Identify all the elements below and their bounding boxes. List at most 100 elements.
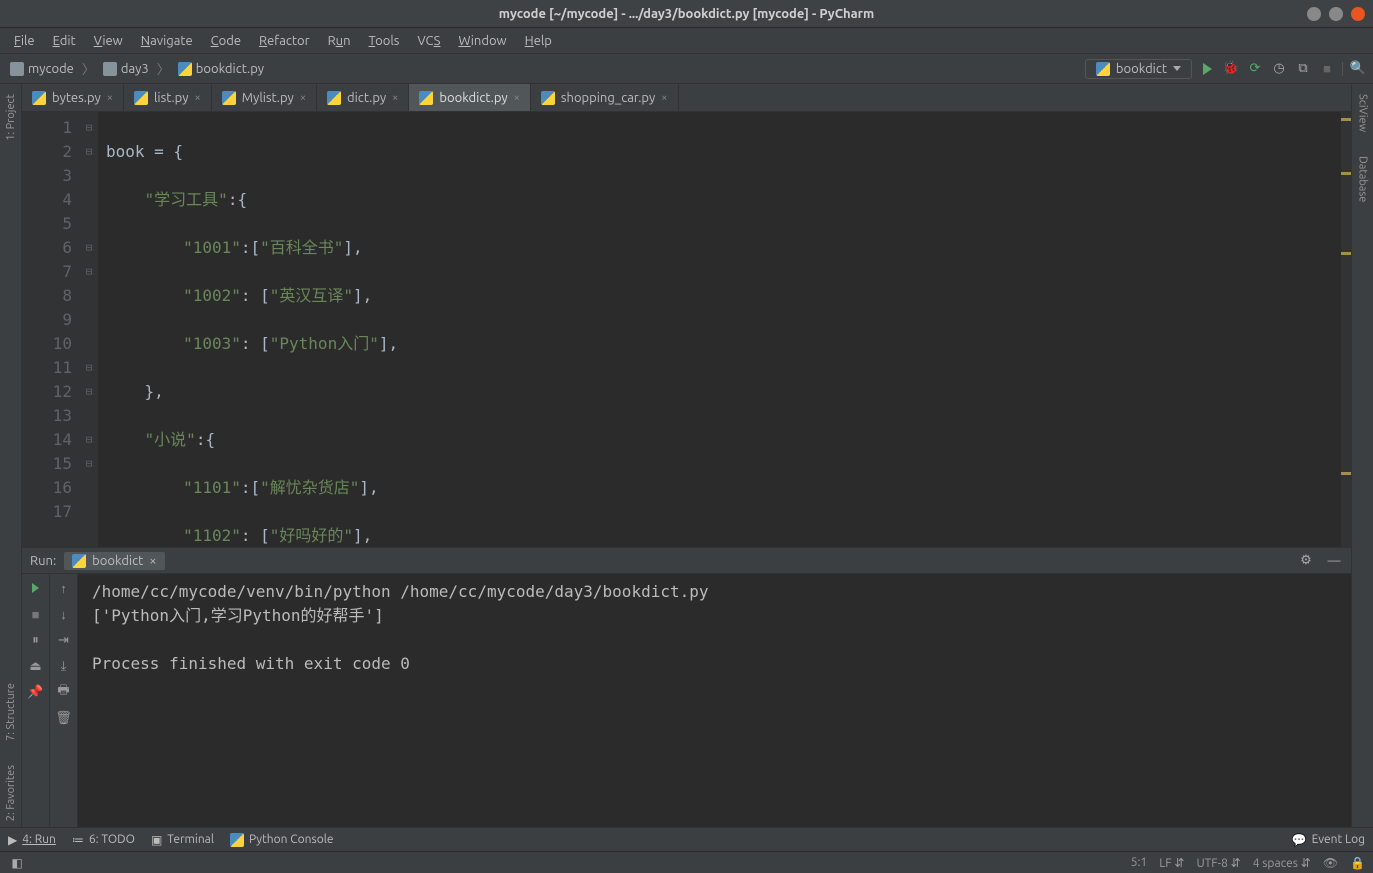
stop-button[interactable]: ■ <box>1318 60 1336 78</box>
python-icon <box>230 833 244 847</box>
lock-icon[interactable]: 🔒 <box>1350 856 1365 870</box>
scroll-end-button[interactable]: ⤓ <box>56 658 72 674</box>
tab-label: shopping_car.py <box>561 91 655 105</box>
tab-bytes[interactable]: bytes.py× <box>22 84 124 111</box>
run-button[interactable] <box>1198 60 1216 78</box>
tool-database[interactable]: Database <box>1355 150 1371 208</box>
crumb-file[interactable]: bookdict.py <box>174 60 268 78</box>
menu-window[interactable]: Window <box>450 32 514 50</box>
attach-button[interactable]: ⧉ <box>1294 60 1312 78</box>
menu-file[interactable]: File <box>6 32 43 50</box>
run-tab[interactable]: bookdict × <box>64 552 164 570</box>
folder-icon <box>103 62 117 76</box>
close-icon[interactable]: × <box>149 554 156 568</box>
line-numbers: 1234567891011121314151617 <box>22 112 80 547</box>
encoding[interactable]: UTF-8 ⇵ <box>1196 856 1240 870</box>
toolbar: bookdict 🐞 ⟳ ◷ ⧉ ■ 🔍 <box>1085 59 1367 79</box>
menu-tools[interactable]: Tools <box>361 32 408 50</box>
code-content[interactable]: book = { "学习工具":{ "1001":["百科全书"], "1002… <box>98 112 1351 547</box>
run-title: Run: <box>30 554 56 568</box>
tool-project[interactable]: 1: Project <box>3 88 19 147</box>
minimize-icon[interactable] <box>1307 7 1321 21</box>
menu-help[interactable]: Help <box>517 32 560 50</box>
tool-favorites[interactable]: 2: Favorites <box>3 759 19 827</box>
settings-icon[interactable]: ⚙ <box>1297 552 1315 570</box>
trash-button[interactable]: 🗑 <box>56 710 72 726</box>
crumb-file-label: bookdict.py <box>196 62 264 76</box>
python-icon <box>541 91 555 105</box>
tool-structure[interactable]: 7: Structure <box>3 677 19 747</box>
crumb-folder[interactable]: day3 <box>99 60 153 78</box>
rerun-button[interactable] <box>28 580 44 596</box>
tab-list[interactable]: list.py× <box>124 84 212 111</box>
menubar: File Edit View Navigate Code Refactor Ru… <box>0 28 1373 54</box>
menu-code[interactable]: Code <box>203 32 249 50</box>
tab-mylist[interactable]: Mylist.py × <box>212 84 317 111</box>
tab-dict[interactable]: dict.py× <box>317 84 409 111</box>
statusbar: ◧ 5:1 LF ⇵ UTF-8 ⇵ 4 spaces ⇵ 👁 🔒 <box>0 851 1373 873</box>
right-tool-strip: SciView Database <box>1351 84 1373 827</box>
editor-area: bytes.py× list.py× Mylist.py × dict.py× b… <box>22 84 1351 827</box>
tool-todo[interactable]: ≔ 6: TODO <box>72 833 135 847</box>
tool-eventlog[interactable]: 💬 Event Log <box>1292 833 1365 847</box>
minimap[interactable] <box>1341 112 1351 547</box>
tab-shopping[interactable]: shopping_car.py × <box>531 84 679 111</box>
menu-run[interactable]: Run <box>320 32 359 50</box>
separator <box>1342 62 1343 76</box>
softwrap-button[interactable]: ⇥ <box>56 632 72 648</box>
tool-terminal-label: Terminal <box>167 833 214 846</box>
close-icon[interactable]: × <box>661 92 667 104</box>
minimize-panel-icon[interactable]: — <box>1325 552 1343 570</box>
debug-button[interactable]: 🐞 <box>1222 60 1240 78</box>
run-coverage-button[interactable]: ⟳ <box>1246 60 1264 78</box>
tool-pyconsole[interactable]: Python Console <box>230 833 334 847</box>
pin-button[interactable]: 📌 <box>28 684 44 700</box>
python-icon <box>72 554 86 568</box>
toolwindows-icon[interactable]: ◧ <box>8 854 26 872</box>
stop-process-button[interactable]: ■ <box>28 606 44 622</box>
close-icon[interactable]: × <box>107 92 113 104</box>
up-button[interactable]: ↑ <box>56 580 72 596</box>
profile-button[interactable]: ◷ <box>1270 60 1288 78</box>
indent[interactable]: 4 spaces ⇵ <box>1253 856 1311 870</box>
tool-run[interactable]: ▶ 4: Run <box>8 833 56 847</box>
main-area: 1: Project 7: Structure 2: Favorites byt… <box>0 84 1373 827</box>
close-icon[interactable]: × <box>392 92 398 104</box>
crumb-folder-label: day3 <box>121 62 149 76</box>
tool-eventlog-label: Event Log <box>1312 833 1365 846</box>
line-ending[interactable]: LF ⇵ <box>1159 856 1184 870</box>
close-icon[interactable]: × <box>514 92 520 104</box>
window-controls <box>1307 7 1365 21</box>
python-icon <box>327 91 341 105</box>
menu-view[interactable]: View <box>86 32 131 50</box>
maximize-icon[interactable] <box>1329 7 1343 21</box>
close-icon[interactable]: × <box>300 92 306 104</box>
run-output-controls: ↑ ↓ ⇥ ⤓ 🖶 🗑 <box>50 574 78 827</box>
console-output[interactable]: /home/cc/mycode/venv/bin/python /home/cc… <box>78 574 1351 827</box>
tool-sciview[interactable]: SciView <box>1355 88 1371 138</box>
exit-button[interactable]: ⏏ <box>28 658 44 674</box>
tool-terminal[interactable]: ▣ Terminal <box>151 833 214 847</box>
menu-edit[interactable]: Edit <box>45 32 84 50</box>
run-config-selector[interactable]: bookdict <box>1085 59 1192 79</box>
python-icon <box>419 91 433 105</box>
down-button[interactable]: ↓ <box>56 606 72 622</box>
close-icon[interactable]: × <box>195 92 201 104</box>
menu-vcs[interactable]: VCS <box>409 32 448 50</box>
fold-column[interactable]: ⊟⊟⊟⊟⊟⊟⊟⊟ <box>80 112 98 547</box>
search-button[interactable]: 🔍 <box>1349 60 1367 78</box>
crumb-root[interactable]: mycode <box>6 60 78 78</box>
breadcrumb-sep: 〉 <box>157 59 170 78</box>
tab-bookdict[interactable]: bookdict.py× <box>409 84 531 111</box>
print-button[interactable]: 🖶 <box>56 684 72 700</box>
tab-label: Mylist.py <box>242 91 294 105</box>
pause-button[interactable]: ⏸ <box>28 632 44 648</box>
close-icon[interactable] <box>1351 7 1365 21</box>
caret-position[interactable]: 5:1 <box>1131 856 1148 869</box>
menu-navigate[interactable]: Navigate <box>133 32 201 50</box>
inspect-icon[interactable]: 👁 <box>1323 856 1338 870</box>
bottom-toolbar: ▶ 4: Run ≔ 6: TODO ▣ Terminal Python Con… <box>0 827 1373 851</box>
run-config-label: bookdict <box>1116 62 1167 76</box>
code-editor[interactable]: 1234567891011121314151617 ⊟⊟⊟⊟⊟⊟⊟⊟ book … <box>22 112 1351 547</box>
menu-refactor[interactable]: Refactor <box>251 32 318 50</box>
